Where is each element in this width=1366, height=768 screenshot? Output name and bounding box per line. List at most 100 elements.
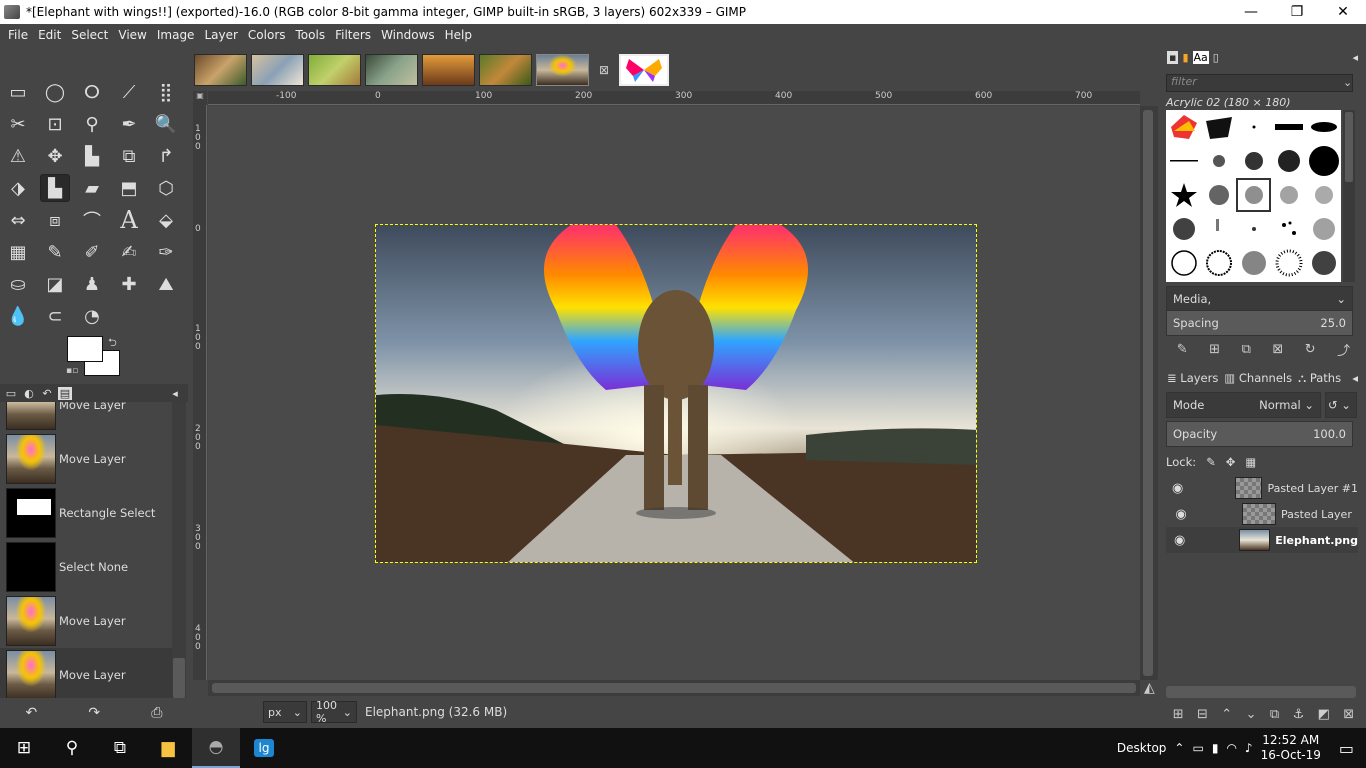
image-tab[interactable] bbox=[479, 54, 532, 86]
free-select-tool-icon[interactable]: ⵔ bbox=[77, 78, 107, 106]
brush-item[interactable] bbox=[1236, 110, 1271, 144]
duplicate-layer-icon[interactable]: ⧉ bbox=[1270, 707, 1279, 722]
lock-position-icon[interactable]: ✥ bbox=[1226, 455, 1236, 469]
unified-transform-tool-icon[interactable]: ↱ bbox=[151, 142, 181, 170]
bucket-fill-tool-icon[interactable]: ⬙ bbox=[151, 206, 181, 234]
brush-item[interactable] bbox=[1306, 178, 1341, 212]
undo-item[interactable]: Move Layer bbox=[0, 594, 172, 648]
zoom-tool-icon[interactable]: 🔍 bbox=[151, 110, 181, 138]
search-button[interactable]: ⚲ bbox=[48, 728, 96, 768]
heal-tool-icon[interactable]: ✚ bbox=[114, 270, 144, 298]
paths-tool-icon[interactable]: ⚲ bbox=[77, 110, 107, 138]
minimize-button[interactable]: — bbox=[1228, 0, 1274, 24]
rotate-tool-icon[interactable]: ⬗ bbox=[3, 174, 33, 202]
brush-item[interactable] bbox=[1271, 178, 1306, 212]
tool-options-tab-icon[interactable]: ▭ bbox=[4, 387, 18, 400]
brush-item[interactable] bbox=[1236, 144, 1271, 178]
scissors-select-tool-icon[interactable]: ✂ bbox=[3, 110, 33, 138]
chevron-down-icon[interactable]: ⌄ bbox=[1343, 76, 1352, 89]
crop-tool-icon[interactable]: ⧉ bbox=[114, 142, 144, 170]
document-history-tab-icon[interactable]: ▯ bbox=[1213, 51, 1219, 64]
delete-layer-icon[interactable]: ⊠ bbox=[1343, 707, 1354, 722]
duplicate-brush-icon[interactable]: ⧉ bbox=[1242, 342, 1251, 357]
app-taskbar-button[interactable]: lg bbox=[240, 728, 288, 768]
battery-icon[interactable]: ▮ bbox=[1212, 741, 1219, 755]
brush-item[interactable] bbox=[1271, 110, 1306, 144]
lower-layer-icon[interactable]: ⌄ bbox=[1246, 707, 1257, 722]
layer-row[interactable]: ◉ Pasted Layer #1 bbox=[1166, 475, 1358, 501]
dock-menu-icon[interactable]: ◂ bbox=[168, 387, 182, 400]
brush-item[interactable] bbox=[1306, 212, 1341, 246]
blur-sharpen-tool-icon[interactable]: 💧 bbox=[3, 302, 33, 330]
unit-select[interactable]: px ⌄ bbox=[263, 701, 307, 723]
brush-item[interactable] bbox=[1166, 212, 1201, 246]
delete-brush-icon[interactable]: ⊠ bbox=[1272, 342, 1283, 357]
foreground-select-tool-icon[interactable]: ⊡ bbox=[40, 110, 70, 138]
brush-item[interactable] bbox=[1306, 110, 1341, 144]
maximize-button[interactable]: ❐ bbox=[1274, 0, 1320, 24]
wifi-icon[interactable]: ◠ bbox=[1226, 741, 1236, 755]
desktop-label[interactable]: Desktop bbox=[1117, 741, 1167, 755]
brush-item[interactable] bbox=[1306, 246, 1341, 280]
canvas-area[interactable] bbox=[208, 106, 1140, 680]
brush-item[interactable] bbox=[1201, 110, 1236, 144]
start-button[interactable]: ⊞ bbox=[0, 728, 48, 768]
text-tool-icon[interactable]: A bbox=[114, 206, 144, 234]
menu-edit[interactable]: Edit bbox=[33, 28, 66, 42]
undo-item[interactable]: Move Layer bbox=[0, 648, 172, 698]
open-as-image-icon[interactable]: ⤴ bbox=[1337, 340, 1350, 359]
brush-item[interactable] bbox=[1236, 246, 1271, 280]
align-tool-icon[interactable]: ▙ bbox=[77, 142, 107, 170]
clear-history-icon[interactable]: ⎙ bbox=[151, 705, 162, 721]
tab-layers[interactable]: ≣ Layers bbox=[1167, 371, 1218, 385]
fuzzy-select-tool-icon[interactable]: ⟋ bbox=[114, 78, 144, 106]
flip-tool-icon[interactable]: ⬒ bbox=[114, 174, 144, 202]
undo-history-tab-icon[interactable]: ↶ bbox=[40, 387, 54, 400]
perspective-tool-icon[interactable]: ⬡ bbox=[151, 174, 181, 202]
edit-brush-icon[interactable]: ✎ bbox=[1177, 342, 1188, 357]
rect-select-tool-icon[interactable]: ▭ bbox=[3, 78, 33, 106]
lock-alpha-icon[interactable]: ▦ bbox=[1245, 455, 1256, 469]
undo-item[interactable]: Move Layer bbox=[0, 402, 172, 432]
opacity-slider[interactable]: Opacity 100.0 bbox=[1166, 421, 1353, 447]
color-picker-tool-icon[interactable]: ✒ bbox=[114, 110, 144, 138]
image-tab[interactable] bbox=[365, 54, 418, 86]
horizontal-scrollbar[interactable] bbox=[208, 680, 1140, 696]
undo-item[interactable]: Move Layer bbox=[0, 432, 172, 486]
brush-item[interactable] bbox=[1201, 144, 1236, 178]
image-tab[interactable] bbox=[194, 54, 247, 86]
brush-item[interactable] bbox=[1166, 144, 1201, 178]
gimp-taskbar-button[interactable]: ◓ bbox=[192, 728, 240, 768]
shear-tool-icon[interactable]: ▰ bbox=[77, 174, 107, 202]
layer-mode-select[interactable]: Mode Normal ⌄ bbox=[1166, 392, 1321, 418]
image-tab[interactable] bbox=[251, 54, 304, 86]
notifications-icon[interactable]: ▭ bbox=[1339, 739, 1354, 758]
layers-scrollbar[interactable] bbox=[1166, 686, 1356, 698]
mypaint-brush-tool-icon[interactable]: ◪ bbox=[40, 270, 70, 298]
ink-tool-icon[interactable]: ⛀ bbox=[3, 270, 33, 298]
layer-row[interactable]: ◉ Pasted Layer bbox=[1166, 501, 1358, 527]
undo-scrollbar[interactable] bbox=[172, 402, 186, 698]
image-tab-active[interactable] bbox=[536, 54, 589, 86]
lock-pixels-icon[interactable]: ✎ bbox=[1206, 455, 1216, 469]
brush-item[interactable] bbox=[1271, 246, 1306, 280]
clock[interactable]: 12:52 AM 16-Oct-19 bbox=[1261, 733, 1321, 763]
visibility-eye-icon[interactable]: ◉ bbox=[1166, 533, 1193, 548]
patterns-tab-icon[interactable]: ▮ bbox=[1182, 51, 1188, 64]
dock-menu-icon[interactable]: ◂ bbox=[1352, 51, 1358, 64]
menu-file[interactable]: File bbox=[3, 28, 33, 42]
new-layer-group-icon[interactable]: ⊟ bbox=[1197, 707, 1208, 722]
zoom-select[interactable]: 100 % ⌄ bbox=[311, 699, 357, 725]
airbrush-tool-icon[interactable]: ✑ bbox=[151, 238, 181, 266]
move-tool-icon[interactable]: ✥ bbox=[40, 142, 70, 170]
cage-transform-tool-icon[interactable]: ⧈ bbox=[40, 206, 70, 234]
image-tab[interactable] bbox=[308, 54, 361, 86]
visibility-eye-icon[interactable]: ◉ bbox=[1166, 507, 1196, 522]
chevron-up-icon[interactable]: ⌃ bbox=[1174, 741, 1184, 755]
perspective-clone-tool-icon[interactable]: ⛰ bbox=[151, 270, 181, 298]
menu-help[interactable]: Help bbox=[440, 28, 477, 42]
default-colors-icon[interactable]: ▪▫ bbox=[66, 366, 78, 376]
brush-item[interactable] bbox=[1166, 246, 1201, 280]
new-brush-icon[interactable]: ⊞ bbox=[1209, 342, 1220, 357]
brush-scrollbar[interactable] bbox=[1343, 110, 1355, 282]
